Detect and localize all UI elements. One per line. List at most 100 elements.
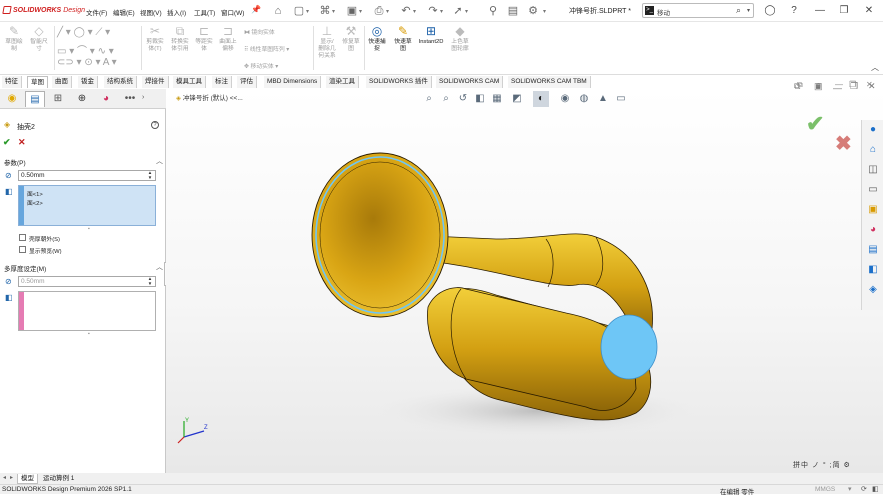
- menu-window[interactable]: 窗口(W): [221, 7, 244, 17]
- thickness-value[interactable]: 0.50mm: [21, 172, 44, 179]
- slot-tool-icon[interactable]: ⊂⊃ ▾ ⊙ ▾ A ▾: [57, 57, 117, 68]
- dimxpert-icon[interactable]: ⊕: [72, 91, 92, 107]
- show-preview-checkbox[interactable]: [19, 246, 26, 253]
- ribbon-smart-dimension-button[interactable]: ◇ 智能尺 寸: [27, 24, 51, 53]
- print-icon[interactable]: ⎙: [372, 4, 386, 18]
- line-tool-icon[interactable]: ╱ ▾ ◯ ▾ ⟋ ▾: [57, 27, 110, 38]
- horn-bell[interactable]: [311, 152, 449, 318]
- rectangle-tool-icon[interactable]: ▭ ▾ ⌒ ▾ ∿ ▾: [57, 42, 114, 57]
- search-icon[interactable]: ⌕: [736, 5, 741, 16]
- design-library-icon[interactable]: ◫: [865, 162, 881, 178]
- tab-render-tools[interactable]: 渲染工具: [326, 76, 359, 88]
- save-icon[interactable]: ▣: [345, 4, 359, 18]
- tab-scroll-right-icon[interactable]: ▸: [10, 474, 13, 481]
- forum-icon[interactable]: ◧: [865, 262, 881, 278]
- notification-icon[interactable]: ◧: [872, 485, 879, 493]
- ribbon-instant2d-button[interactable]: ⊞ Instant2D: [416, 24, 446, 46]
- tab-solidworks-addins[interactable]: SOLIDWORKS 插件: [366, 76, 432, 88]
- selected-face-end[interactable]: [600, 314, 658, 380]
- multi-thickness-spinner[interactable]: ▲ ▼: [146, 276, 154, 286]
- faces-to-remove-list[interactable]: 面<1> 面<2>: [18, 185, 156, 226]
- multi-thickness-value[interactable]: 0.50mm: [21, 278, 44, 285]
- select-dropdown-icon[interactable]: ▾: [465, 8, 468, 15]
- units-dropdown-icon[interactable]: ▾: [848, 485, 852, 493]
- configuration-manager-icon[interactable]: ⊞: [48, 91, 68, 107]
- file-explorer-icon[interactable]: ▭: [865, 182, 881, 198]
- new-dropdown-icon[interactable]: ▾: [306, 8, 309, 15]
- tab-motion-study[interactable]: 运动算例 1: [40, 474, 77, 484]
- ribbon-rapid-sketch-button[interactable]: ✎ 快速草 图: [392, 24, 414, 53]
- tab-features[interactable]: 特征: [2, 76, 22, 88]
- face-item[interactable]: 面<2>: [27, 198, 43, 207]
- ime-toolbar[interactable]: 拼中 ノ ° ;简 ⚙: [793, 460, 851, 470]
- panel-restore-icon[interactable]: ❐: [849, 80, 856, 89]
- tab-mold-tools[interactable]: 模具工具: [173, 76, 206, 88]
- tab-scroll-left-icon[interactable]: ◂: [3, 474, 6, 481]
- tab-surfaces[interactable]: 曲面: [52, 76, 72, 88]
- ribbon-quick-snap-button[interactable]: ◎ 快速捕 捉: [366, 24, 388, 53]
- close-button[interactable]: ✕: [861, 3, 877, 19]
- thickness-spinner[interactable]: ▲ ▼: [146, 170, 154, 180]
- ribbon-relations-button[interactable]: ⊥ 显示/ 删除几 何关系: [316, 24, 338, 60]
- tab-structure-system[interactable]: 结构系统: [104, 76, 137, 88]
- face-item[interactable]: 面<1>: [27, 189, 43, 198]
- ribbon-convert-button[interactable]: ⧉ 转换实 体引用: [168, 24, 192, 53]
- tab-sketch[interactable]: 草图: [27, 76, 48, 88]
- resize-grip-icon[interactable]: ▪: [88, 226, 90, 232]
- thickness-field[interactable]: 0.50mm ▲ ▼: [18, 170, 156, 181]
- rebuild-status-icon[interactable]: ⟳: [861, 485, 867, 493]
- search-input[interactable]: 移动: [657, 7, 670, 17]
- tab-solidworks-cam-tbm[interactable]: SOLIDWORKS CAM TBM: [508, 76, 591, 88]
- menu-file[interactable]: 文件(F): [86, 7, 107, 17]
- new-document-icon[interactable]: ▢: [292, 4, 306, 18]
- panel-close-icon[interactable]: ✕: [866, 80, 873, 89]
- tab-model[interactable]: 模型: [17, 474, 38, 484]
- horn-model[interactable]: [166, 89, 883, 473]
- home-icon[interactable]: ⌂: [271, 4, 285, 18]
- ok-button[interactable]: ✔: [3, 137, 11, 148]
- mirror-entities-button[interactable]: ⧓ 镜向实体: [244, 27, 275, 36]
- tab-mbd-dimensions[interactable]: MBD Dimensions: [264, 76, 322, 88]
- linear-pattern-button[interactable]: ⠿ 线性草图阵列 ▾: [244, 44, 289, 53]
- ribbon-sketch-button[interactable]: ✎ 草图绘 制: [2, 24, 26, 53]
- appearances-icon[interactable]: ◕: [865, 222, 881, 238]
- options-dropdown-icon[interactable]: ▾: [543, 8, 546, 15]
- rebuild-icon[interactable]: ⚲: [486, 4, 500, 18]
- menu-insert[interactable]: 插入(I): [167, 7, 186, 17]
- chevron-right-icon[interactable]: ›: [142, 94, 144, 101]
- help-icon[interactable]: ?: [151, 121, 159, 129]
- user-account-icon[interactable]: ◯: [762, 3, 778, 19]
- menu-edit[interactable]: 编辑(E): [113, 7, 135, 17]
- collapse-icon[interactable]: ︿: [156, 262, 163, 272]
- file-properties-icon[interactable]: ▤: [506, 4, 520, 18]
- ime-text[interactable]: 拼中 ノ ° ;简 ⚙: [793, 462, 851, 469]
- menu-view[interactable]: 视图(V): [140, 7, 162, 17]
- ribbon-trim-button[interactable]: ✂ 剪裁实 体(T): [144, 24, 166, 53]
- ribbon-repair-sketch-button[interactable]: ⚒ 修复草 图: [340, 24, 362, 53]
- panel-minimize-icon[interactable]: —: [835, 80, 843, 89]
- tab-sheet-metal[interactable]: 钣金: [78, 76, 98, 88]
- print-dropdown-icon[interactable]: ▾: [386, 8, 389, 15]
- search-box[interactable]: >_ 移动 ⌕ ▾: [642, 3, 754, 18]
- options-gear-icon[interactable]: ⚙: [526, 4, 540, 18]
- graphics-area[interactable]: ◈ 冲锋号折 (默认) <<... ⌕ ⌕ ↺ ◧ ▦ ◩ ◐ ◉ ◍ ▲ ▭ …: [166, 81, 883, 473]
- parameters-header[interactable]: 参数(P) ︿: [0, 156, 166, 167]
- tab-solidworks-cam[interactable]: SOLIDWORKS CAM: [436, 76, 504, 88]
- search-dropdown-icon[interactable]: ▾: [747, 7, 750, 14]
- restore-button[interactable]: ❐: [836, 3, 852, 19]
- confirm-cancel-icon[interactable]: ✖: [835, 131, 852, 156]
- solidworks-resources-icon[interactable]: ●: [865, 122, 881, 138]
- ribbon-offset-button[interactable]: ⊏ 等距实 体: [193, 24, 215, 53]
- move-entities-button[interactable]: ✥ 移动实体 ▾: [244, 61, 278, 70]
- panel-expand-icon[interactable]: ⧉: [797, 80, 803, 90]
- undo-dropdown-icon[interactable]: ▾: [413, 8, 416, 15]
- view-palette-icon[interactable]: ▣: [865, 202, 881, 218]
- redo-dropdown-icon[interactable]: ▾: [440, 8, 443, 15]
- more-tabs-icon[interactable]: •••: [120, 91, 140, 107]
- menu-tools[interactable]: 工具(T): [194, 7, 215, 17]
- solidworks-forum-icon[interactable]: ◈: [865, 282, 881, 298]
- status-units[interactable]: MMGS: [815, 486, 835, 493]
- shell-outward-checkbox[interactable]: [19, 234, 26, 241]
- multi-thickness-faces-list[interactable]: [18, 291, 156, 331]
- minimize-button[interactable]: —: [812, 3, 828, 19]
